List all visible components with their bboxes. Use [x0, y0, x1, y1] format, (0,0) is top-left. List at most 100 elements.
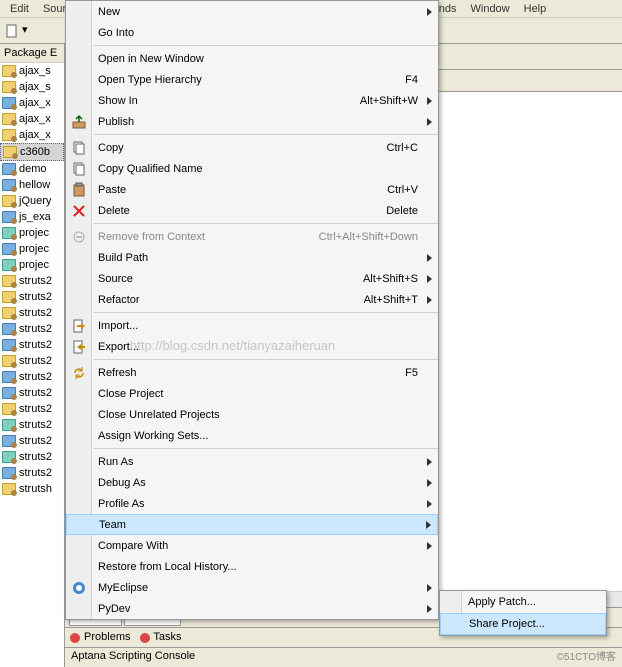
menu-label: New: [98, 6, 418, 18]
publish-icon: [71, 114, 87, 130]
package-item[interactable]: ajax_x: [0, 111, 64, 127]
package-item[interactable]: struts2: [0, 337, 64, 353]
package-item[interactable]: struts2: [0, 321, 64, 337]
menu-item-build-path[interactable]: Build Path: [66, 247, 438, 268]
menu-item-publish[interactable]: Publish: [66, 111, 438, 132]
new-icon[interactable]: [4, 23, 20, 39]
delete-icon: [71, 203, 87, 219]
menu-item-run-as[interactable]: Run As: [66, 451, 438, 472]
package-label: struts2: [19, 451, 52, 463]
package-label: ajax_x: [19, 97, 51, 109]
menu-item-pydev[interactable]: PyDev: [66, 598, 438, 619]
menu-item-refactor[interactable]: RefactorAlt+Shift+T: [66, 289, 438, 310]
package-label: ajax_x: [19, 129, 51, 141]
submenu-arrow-icon: [427, 275, 432, 283]
menu-item-export-[interactable]: Export...: [66, 336, 438, 357]
project-icon: [2, 419, 16, 431]
menu-item-copy[interactable]: CopyCtrl+C: [66, 137, 438, 158]
menu-item-copy-qualified-name[interactable]: Copy Qualified Name: [66, 158, 438, 179]
menu-item-paste[interactable]: PasteCtrl+V: [66, 179, 438, 200]
package-item[interactable]: struts2: [0, 417, 64, 433]
submenu-item-apply-patch-[interactable]: Apply Patch...: [440, 591, 606, 613]
menu-item-show-in[interactable]: Show InAlt+Shift+W: [66, 90, 438, 111]
import-icon: [71, 318, 87, 334]
menu-separator: [94, 45, 438, 46]
view-tab-problems[interactable]: Problems: [69, 631, 131, 643]
menu-item-myeclipse[interactable]: MyEclipse: [66, 577, 438, 598]
package-item[interactable]: struts2: [0, 401, 64, 417]
view-tab-tasks[interactable]: Tasks: [139, 631, 182, 643]
project-icon: [2, 179, 16, 191]
menu-item-go-into[interactable]: Go Into: [66, 22, 438, 43]
submenu-item-share-project-[interactable]: Share Project...: [440, 613, 606, 635]
menu-item-assign-working-sets-[interactable]: Assign Working Sets...: [66, 425, 438, 446]
package-label: strutsh: [19, 483, 52, 495]
package-item[interactable]: jQuery: [0, 193, 64, 209]
project-icon: [2, 467, 16, 479]
submenu-arrow-icon: [427, 605, 432, 613]
menu-item-close-project[interactable]: Close Project: [66, 383, 438, 404]
package-item[interactable]: js_exa: [0, 209, 64, 225]
menu-shortcut: Alt+Shift+T: [364, 294, 418, 306]
package-item[interactable]: c360b: [0, 143, 64, 161]
package-item[interactable]: projec: [0, 241, 64, 257]
project-icon: [2, 97, 16, 109]
package-label: projec: [19, 259, 49, 271]
package-item[interactable]: struts2: [0, 449, 64, 465]
package-item[interactable]: struts2: [0, 433, 64, 449]
project-icon: [2, 227, 16, 239]
menu-help[interactable]: Help: [524, 3, 547, 15]
menu-item-debug-as[interactable]: Debug As: [66, 472, 438, 493]
package-item[interactable]: struts2: [0, 465, 64, 481]
package-label: struts2: [19, 291, 52, 303]
menu-item-source[interactable]: SourceAlt+Shift+S: [66, 268, 438, 289]
menu-separator: [94, 359, 438, 360]
project-icon: [2, 65, 16, 77]
menu-label: Compare With: [98, 540, 418, 552]
menu-label: Show In: [98, 95, 360, 107]
package-item[interactable]: struts2: [0, 369, 64, 385]
menu-item-team[interactable]: Team: [66, 514, 438, 535]
package-item[interactable]: struts2: [0, 305, 64, 321]
submenu-arrow-icon: [426, 521, 431, 529]
package-item[interactable]: strutsh: [0, 481, 64, 497]
package-label: jQuery: [19, 195, 51, 207]
menu-item-profile-as[interactable]: Profile As: [66, 493, 438, 514]
project-icon: [2, 195, 16, 207]
aptana-console-title: Aptana Scripting Console: [65, 647, 622, 667]
package-item[interactable]: ajax_s: [0, 63, 64, 79]
menu-item-compare-with[interactable]: Compare With: [66, 535, 438, 556]
menu-item-delete[interactable]: DeleteDelete: [66, 200, 438, 221]
package-item[interactable]: demo: [0, 161, 64, 177]
package-item[interactable]: ajax_x: [0, 127, 64, 143]
copy-q-icon: [71, 161, 87, 177]
package-label: js_exa: [19, 211, 51, 223]
submenu-arrow-icon: [427, 542, 432, 550]
project-icon: [2, 163, 16, 175]
package-item[interactable]: struts2: [0, 273, 64, 289]
package-item[interactable]: struts2: [0, 289, 64, 305]
package-item[interactable]: hellow: [0, 177, 64, 193]
menu-edit[interactable]: Edit: [10, 3, 29, 15]
package-item[interactable]: struts2: [0, 353, 64, 369]
dropdown-icon[interactable]: ▾: [22, 23, 38, 39]
menu-item-open-in-new-window[interactable]: Open in New Window: [66, 48, 438, 69]
package-label: struts2: [19, 307, 52, 319]
menu-window[interactable]: Window: [471, 3, 510, 15]
package-item[interactable]: projec: [0, 257, 64, 273]
submenu-arrow-icon: [427, 8, 432, 16]
package-item[interactable]: struts2: [0, 385, 64, 401]
menu-item-close-unrelated-projects[interactable]: Close Unrelated Projects: [66, 404, 438, 425]
menu-item-import-[interactable]: Import...: [66, 315, 438, 336]
menu-label: Copy Qualified Name: [98, 163, 418, 175]
menu-item-new[interactable]: New: [66, 1, 438, 22]
package-item[interactable]: ajax_x: [0, 95, 64, 111]
project-icon: [2, 371, 16, 383]
menu-item-refresh[interactable]: RefreshF5: [66, 362, 438, 383]
menu-item-restore-from-local-history-[interactable]: Restore from Local History...: [66, 556, 438, 577]
package-item[interactable]: ajax_s: [0, 79, 64, 95]
package-label: demo: [19, 163, 47, 175]
menu-separator: [94, 312, 438, 313]
package-item[interactable]: projec: [0, 225, 64, 241]
menu-item-open-type-hierarchy[interactable]: Open Type HierarchyF4: [66, 69, 438, 90]
